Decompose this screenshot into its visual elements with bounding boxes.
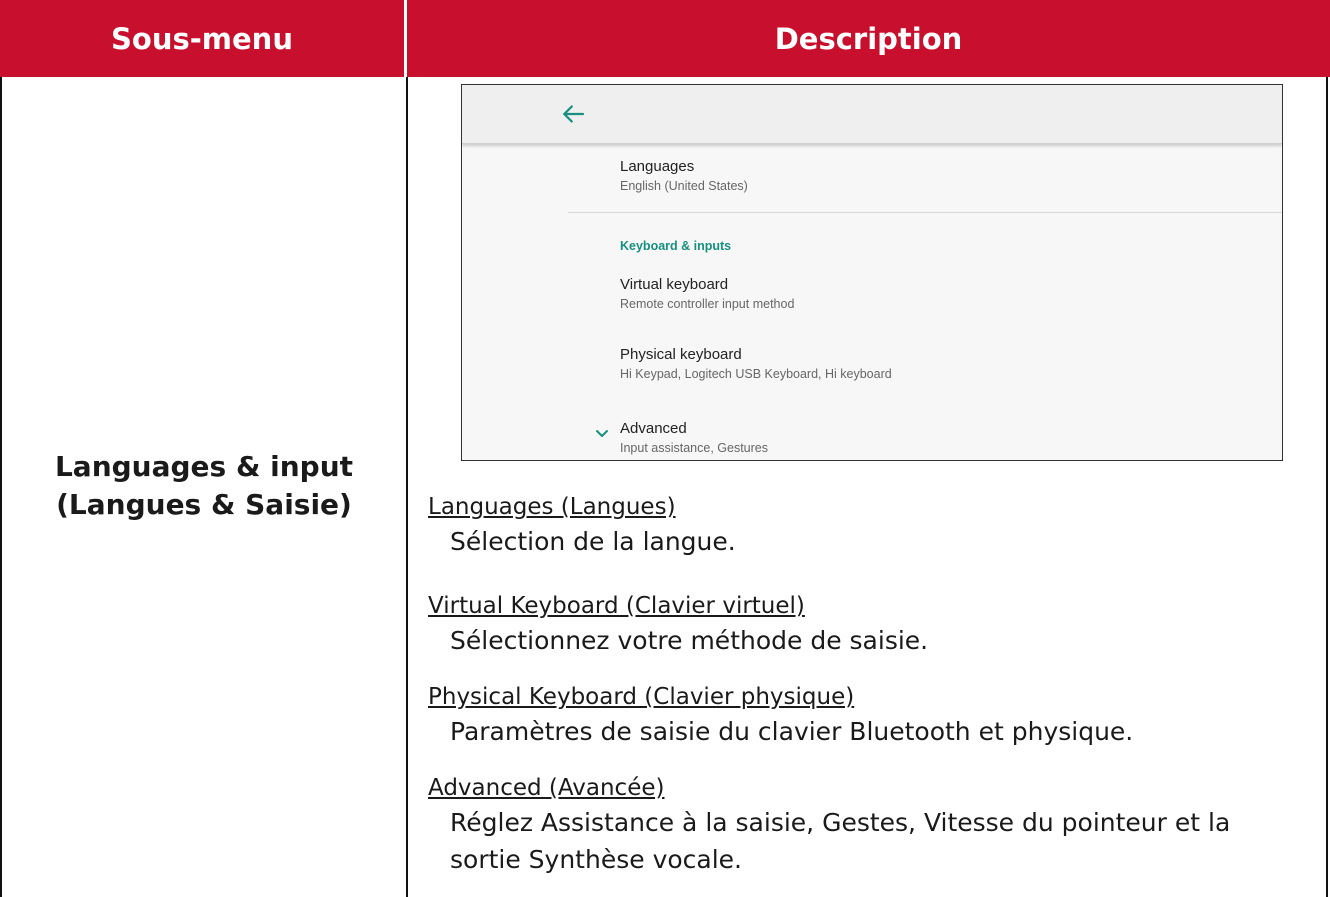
description-physical-keyboard: Physical Keyboard (Clavier physique) Par… [428,681,1318,750]
setting-subtitle: English (United States) [620,179,748,193]
description-body: Sélectionnez votre méthode de saisie. [450,626,929,655]
description-heading: Physical Keyboard (Clavier physique) [428,684,855,710]
setting-subtitle: Hi Keypad, Logitech USB Keyboard, Hi key… [620,367,892,381]
setting-subtitle: Input assistance, Gestures [620,441,768,455]
table-border-middle [406,77,408,897]
description-heading: Advanced (Avancée) [428,775,665,801]
submenu-name-line2: (Langues & Saisie) [56,488,352,521]
description-virtual-keyboard: Virtual Keyboard (Clavier virtuel) Sélec… [428,590,1318,659]
submenu-name: Languages & input (Langues & Saisie) [2,448,406,524]
description-heading: Virtual Keyboard (Clavier virtuel) [428,593,805,619]
setting-item-virtual-keyboard[interactable]: Virtual keyboard Remote controller input… [620,275,794,313]
description-body: Paramètres de saisie du clavier Bluetoot… [450,717,1134,746]
description-languages: Languages (Langues) Sélection de la lang… [428,491,1318,560]
description-body-line2: sortie Synthèse vocale. [450,845,742,874]
description-body-line1: Réglez Assistance à la saisie, Gestes, V… [450,808,1231,837]
setting-title: Advanced [620,420,687,437]
setting-item-languages[interactable]: Languages English (United States) [620,157,748,195]
description-advanced: Advanced (Avancée) Réglez Assistance à l… [428,772,1318,878]
settings-screenshot: Languages English (United States) Keyboa… [461,84,1283,461]
setting-item-physical-keyboard[interactable]: Physical keyboard Hi Keypad, Logitech US… [620,345,892,383]
divider [568,212,1282,213]
setting-item-advanced[interactable]: Advanced Input assistance, Gestures [620,419,768,457]
submenu-name-line1: Languages & input [54,450,354,483]
setting-title: Physical keyboard [620,346,742,363]
setting-title: Languages [620,158,695,175]
setting-subtitle: Remote controller input method [620,297,795,311]
description-heading: Languages (Langues) [428,494,676,520]
column-header-description: Description [407,0,1330,77]
table-border-right [1326,77,1328,897]
chevron-down-icon[interactable] [593,428,611,440]
back-arrow-icon[interactable] [558,99,588,129]
app-bar [462,85,1282,144]
setting-title: Virtual keyboard [620,276,729,293]
settings-table: Sous-menu Description Languages & input … [0,0,1330,897]
section-label-keyboard-inputs: Keyboard & inputs [620,239,732,253]
column-header-submenu: Sous-menu [0,0,407,77]
description-body: Sélection de la langue. [450,527,736,556]
